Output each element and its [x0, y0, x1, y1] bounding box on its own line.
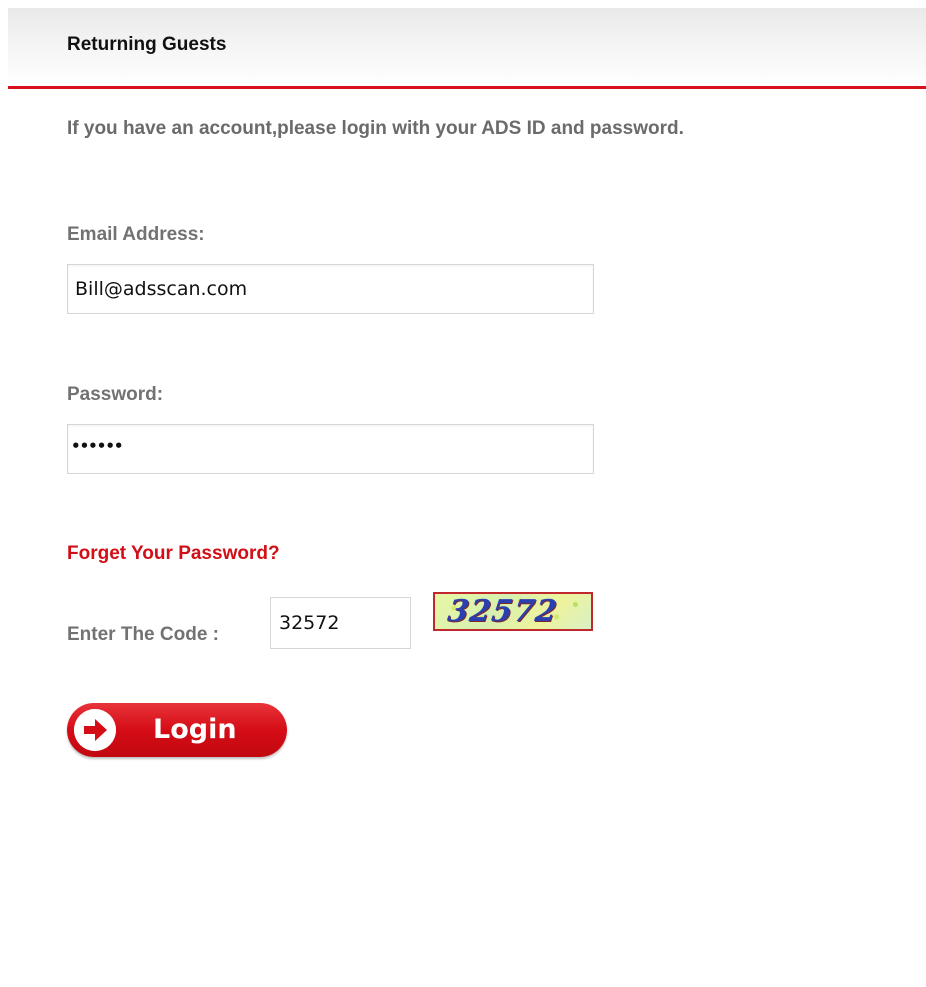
intro-text: If you have an account,please login with… [67, 118, 684, 139]
password-label: Password: [67, 384, 164, 405]
code-label: Enter The Code : [67, 624, 220, 645]
arrow-right-circle-icon [74, 709, 116, 751]
password-field[interactable]: •••••• [67, 424, 594, 474]
email-label: Email Address: [67, 224, 205, 245]
login-page: Returning Guests If you have an account,… [0, 0, 926, 987]
section-title: Returning Guests [67, 34, 227, 55]
captcha-image: 32572 [433, 592, 593, 631]
login-label: Login [153, 714, 237, 745]
forgot-password-link[interactable]: Forget Your Password? [67, 543, 280, 565]
email-field[interactable]: Bill@adsscan.com [67, 264, 594, 314]
captcha-text: 32572 [445, 594, 560, 629]
email-value: Bill@adsscan.com [75, 278, 248, 300]
section-header: Returning Guests [8, 8, 926, 89]
code-value: 32572 [279, 612, 340, 634]
login-button[interactable]: Login [67, 703, 287, 757]
password-value: •••••• [71, 437, 124, 455]
code-input[interactable]: 32572 [270, 597, 411, 649]
